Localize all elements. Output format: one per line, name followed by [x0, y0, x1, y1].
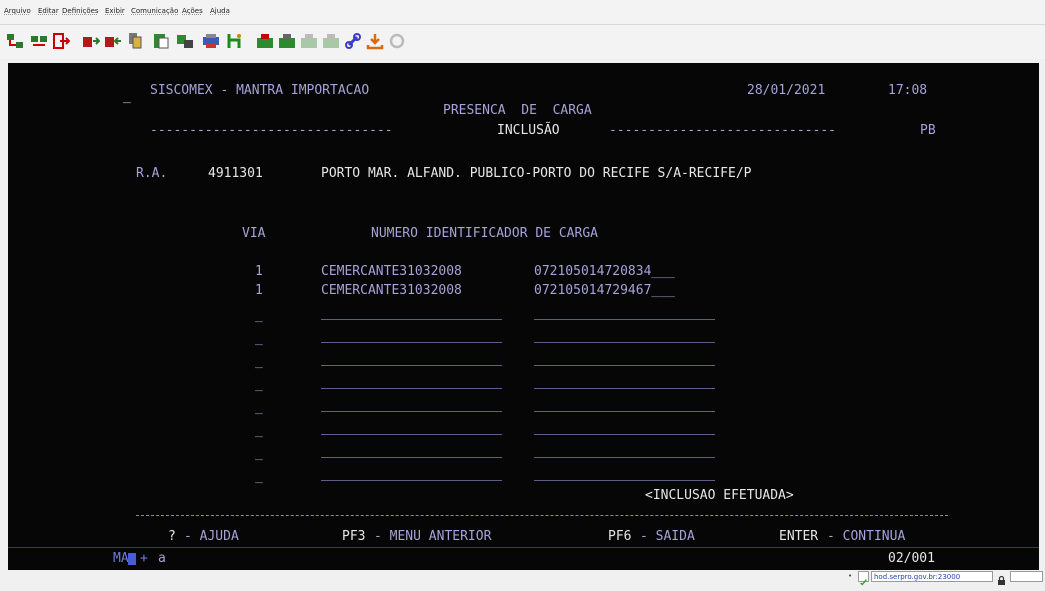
- page-indicator: 02/001: [888, 551, 935, 566]
- row-ce-field[interactable]: [321, 319, 502, 320]
- row-numero[interactable]: 072105014720834___: [534, 264, 675, 279]
- column-header-numero: NUMERO IDENTIFICADOR DE CARGA: [371, 226, 598, 241]
- copy-icon[interactable]: [126, 32, 144, 50]
- row-ce[interactable]: CEMERCANTE31032008: [321, 283, 462, 298]
- paste-icon[interactable]: [152, 32, 170, 50]
- exit-icon[interactable]: [52, 32, 70, 50]
- oia-separator: [8, 547, 1039, 548]
- connect-icon[interactable]: [6, 32, 24, 50]
- pause-icon[interactable]: [322, 32, 340, 50]
- row-via[interactable]: _: [255, 469, 263, 484]
- row-numero-field[interactable]: [534, 342, 715, 343]
- status-extra-field: [1010, 571, 1043, 582]
- row-numero-field[interactable]: [534, 434, 715, 435]
- exit-key-label: - SAIDA: [640, 529, 695, 544]
- screen-title: PRESENCA DE CARGA: [443, 103, 592, 118]
- link-icon[interactable]: [344, 32, 362, 50]
- receive-file-icon[interactable]: [104, 32, 122, 50]
- row-numero-field[interactable]: [534, 480, 715, 481]
- exit-key[interactable]: PF6: [608, 529, 631, 544]
- row-via[interactable]: 1: [255, 283, 263, 298]
- oia-char: a: [158, 551, 166, 566]
- status-message: <INCLUSAO EFETUADA>: [645, 488, 794, 503]
- refresh-icon[interactable]: [388, 32, 406, 50]
- system-name: SISCOMEX - MANTRA IMPORTACAO: [150, 83, 370, 98]
- row-via[interactable]: _: [255, 446, 263, 461]
- ra-description: PORTO MAR. ALFAND. PUBLICO-PORTO DO RECI…: [321, 166, 752, 181]
- row-ce[interactable]: CEMERCANTE31032008: [321, 264, 462, 279]
- status-bar: • hod.serpro.gov.br:23000: [0, 570, 1045, 586]
- menu-arquivo[interactable]: Arquivo: [4, 7, 31, 15]
- menu-comunicacao[interactable]: Comunicação: [131, 7, 178, 15]
- row-numero-field[interactable]: [534, 388, 715, 389]
- toolbar: [0, 25, 1045, 59]
- terminal-screen[interactable]: _ SISCOMEX - MANTRA IMPORTACAO 28/01/202…: [8, 63, 1039, 570]
- row-ce-field[interactable]: [321, 434, 502, 435]
- row-ce-field[interactable]: [321, 480, 502, 481]
- menu-bar: Arquivo Editar Definições Exibir Comunic…: [0, 0, 1045, 25]
- back-key-label: - MENU ANTERIOR: [374, 529, 492, 544]
- status-dot-icon: •: [848, 572, 853, 580]
- mode-dashes-left: -------------------------------: [150, 123, 393, 138]
- back-key[interactable]: PF3: [342, 529, 365, 544]
- mode-label: INCLUSÃO: [497, 123, 560, 138]
- row-numero-field[interactable]: [534, 411, 715, 412]
- menu-acoes[interactable]: Ações: [182, 7, 203, 15]
- help-key-label: - AJUDA: [184, 529, 239, 544]
- menu-ajuda[interactable]: Ajuda: [210, 7, 230, 15]
- row-numero-field[interactable]: [534, 365, 715, 366]
- row-via[interactable]: 1: [255, 264, 263, 279]
- download-icon[interactable]: [366, 32, 384, 50]
- row-ce-field[interactable]: [321, 411, 502, 412]
- ra-label: R.A.: [136, 166, 168, 181]
- row-via[interactable]: _: [255, 423, 263, 438]
- column-header-via: VIA: [242, 226, 266, 241]
- continue-key-label: - CONTINUA: [827, 529, 906, 544]
- row-via[interactable]: _: [255, 354, 263, 369]
- cursor-mark: _: [123, 89, 131, 104]
- mode-dashes-right: -----------------------------: [609, 123, 836, 138]
- menu-definicoes[interactable]: Definições: [62, 7, 99, 15]
- time-display: 17:08: [888, 83, 928, 98]
- oia-arrow: +: [140, 551, 148, 566]
- transfer-icon[interactable]: [176, 32, 194, 50]
- terminal-cursor: [128, 553, 136, 565]
- row-ce-field[interactable]: [321, 457, 502, 458]
- help-key[interactable]: ?: [168, 529, 176, 544]
- row-via[interactable]: _: [255, 308, 263, 323]
- date-display: 28/01/2021: [747, 83, 826, 98]
- ra-code: 4911301: [208, 166, 263, 181]
- row-ce-field[interactable]: [321, 365, 502, 366]
- state-code: PB: [920, 123, 936, 138]
- row-via[interactable]: _: [255, 377, 263, 392]
- send-file-icon[interactable]: [82, 32, 100, 50]
- connection-host: hod.serpro.gov.br:23000: [871, 571, 993, 582]
- row-ce-field[interactable]: [321, 342, 502, 343]
- continue-key[interactable]: ENTER: [779, 529, 818, 544]
- row-ce-field[interactable]: [321, 388, 502, 389]
- macro-icon[interactable]: [226, 32, 244, 50]
- row-numero[interactable]: 072105014729467___: [534, 283, 675, 298]
- row-via[interactable]: _: [255, 400, 263, 415]
- play-icon[interactable]: [278, 32, 296, 50]
- connected-check-icon: [858, 571, 869, 586]
- row-numero-field[interactable]: [534, 319, 715, 320]
- menu-editar[interactable]: Editar: [38, 7, 59, 15]
- menu-exibir[interactable]: Exibir: [105, 7, 125, 15]
- row-via[interactable]: _: [255, 331, 263, 346]
- oia-session: MA: [113, 551, 129, 566]
- print-icon[interactable]: [202, 32, 220, 50]
- record-icon[interactable]: [256, 32, 274, 50]
- stop-icon[interactable]: [300, 32, 318, 50]
- function-key-separator: [136, 515, 948, 516]
- row-numero-field[interactable]: [534, 457, 715, 458]
- lock-icon: [996, 571, 1007, 585]
- disconnect-icon[interactable]: [30, 32, 48, 50]
